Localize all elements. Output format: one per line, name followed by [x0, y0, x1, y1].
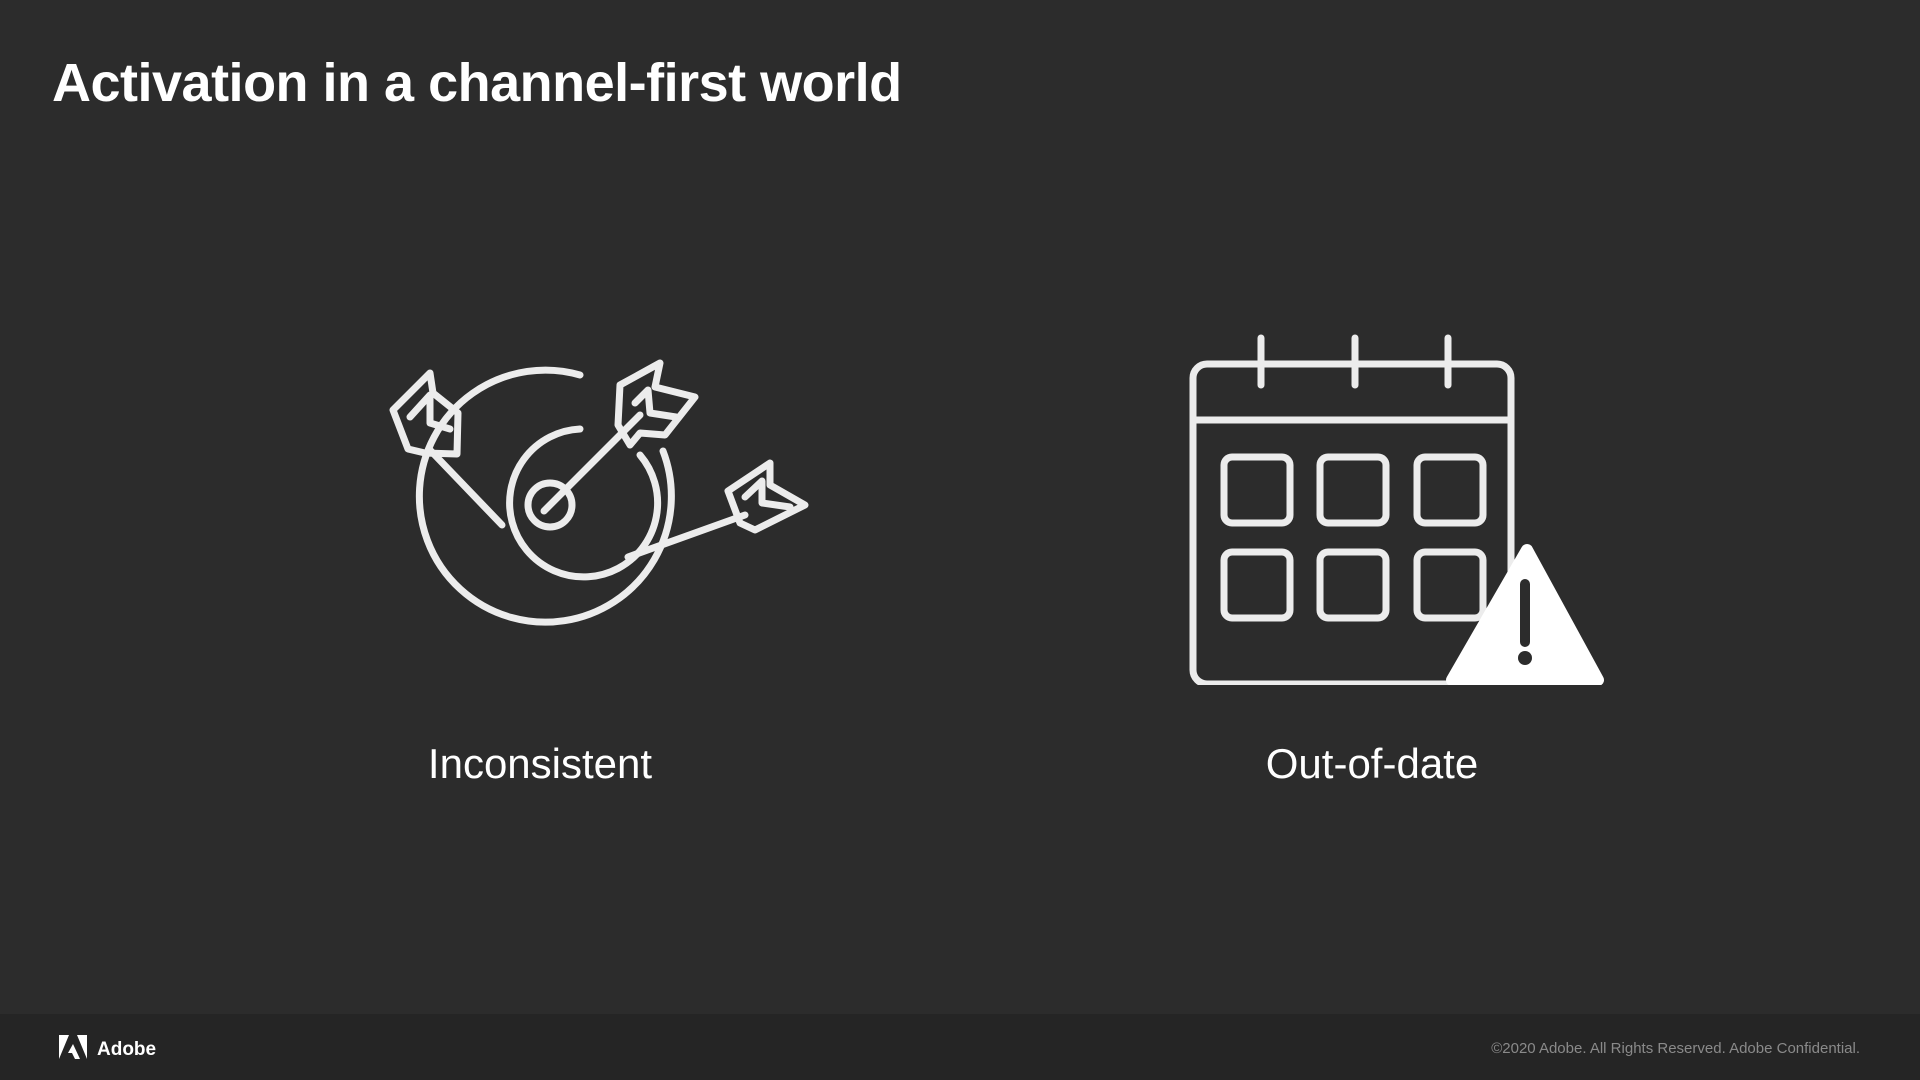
footer-brand-name: Adobe	[97, 1038, 157, 1060]
target-with-arrows-icon	[350, 355, 810, 645]
footer-brand: Adobe	[59, 1035, 156, 1064]
calendar-warning-icon	[1185, 330, 1605, 688]
adobe-logo-icon	[59, 1035, 87, 1064]
caption-inconsistent: Inconsistent	[427, 740, 653, 787]
slide: Activation in a channel-first world Inco…	[0, 0, 1920, 1080]
slide-title: Activation in a channel-first world	[52, 53, 902, 113]
copyright-notice: ©2020 Adobe. All Rights Reserved. Adobe …	[1491, 1040, 1860, 1057]
caption-out-of-date: Out-of-date	[1265, 740, 1479, 787]
footer: Adobe ©2020 Adobe. All Rights Reserved. …	[0, 1014, 1920, 1080]
